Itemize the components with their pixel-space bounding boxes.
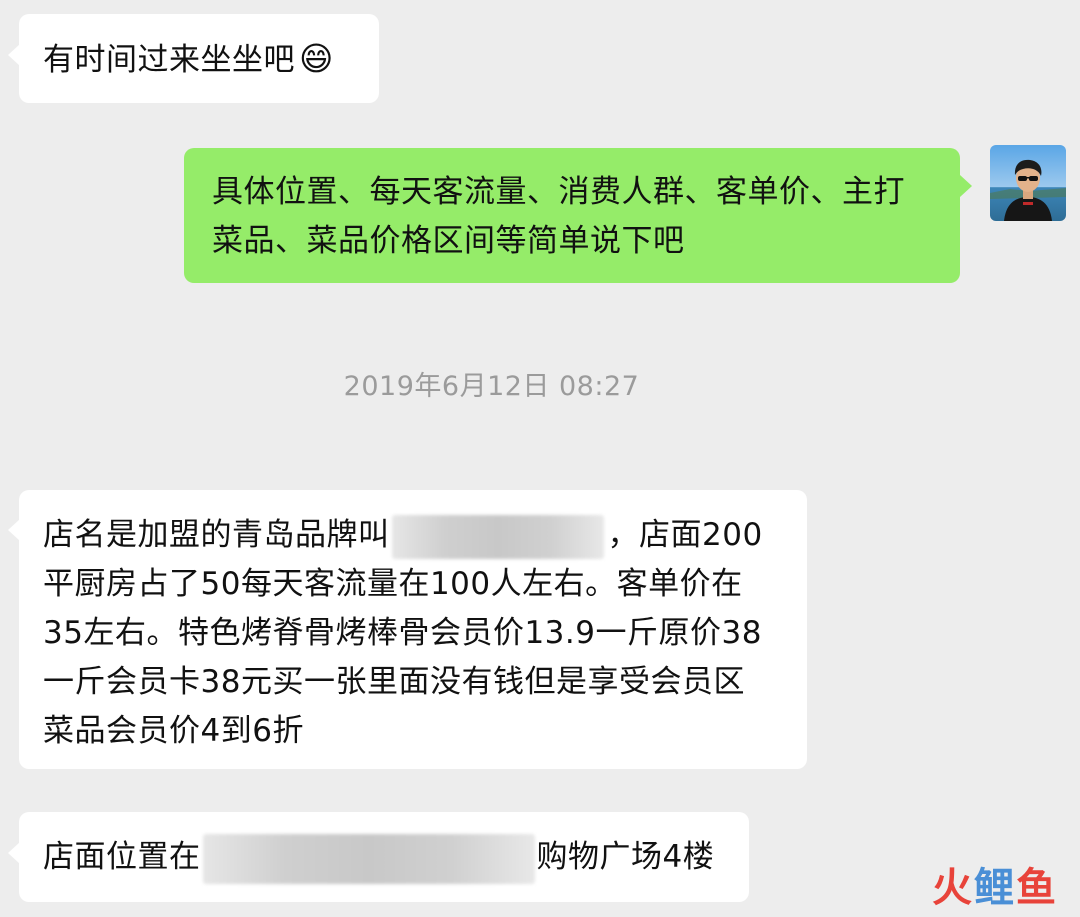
message-text-segment: 购物广场4楼 xyxy=(536,839,715,875)
watermark-char: 鲤 xyxy=(974,865,1016,911)
message-text-line: 菜品、菜品价格区间等简单说下吧 xyxy=(212,223,685,259)
message-text-line: 平厨房占了50每天客流量在100人左右。客单价在 xyxy=(43,566,743,602)
message-bubble-incoming[interactable]: 有时间过来坐坐吧 😄 xyxy=(8,14,379,103)
message-text: 有时间过来坐坐吧 xyxy=(43,42,295,78)
message-text-line: 一斤会员卡38元买一张里面没有钱但是享受会员区 xyxy=(43,664,745,700)
message-text-line: 具体位置、每天客流量、消费人群、客单价、主打 xyxy=(212,174,905,210)
message-text-segment: 店名是加盟的青岛品牌叫 xyxy=(43,517,390,553)
bubble-tail xyxy=(8,519,20,541)
avatar-photo-icon xyxy=(990,145,1066,221)
bubble-tail xyxy=(8,44,20,66)
bubble-tail xyxy=(960,175,972,197)
message-text-segment: 店面位置在 xyxy=(43,839,201,875)
message-bubble-incoming[interactable]: 店面位置在 购物广场4楼 xyxy=(8,812,749,902)
redacted-brand-name xyxy=(391,514,604,559)
watermark-logo: 火鲤鱼 xyxy=(932,855,1058,913)
message-text-segment: ，店面200 xyxy=(607,517,763,553)
redacted-location xyxy=(202,833,535,884)
message-text-line: 菜品会员价4到6折 xyxy=(43,713,304,749)
watermark-char: 火 xyxy=(932,865,974,911)
message-bubble-incoming[interactable]: 店名是加盟的青岛品牌叫 ，店面200 平厨房占了50每天客流量在100人左右。客单… xyxy=(8,490,807,769)
message-bubble-outgoing[interactable]: 具体位置、每天客流量、消费人群、客单价、主打 菜品、菜品价格区间等简单说下吧 xyxy=(184,148,972,283)
message-text-line: 35左右。特色烤脊骨烤棒骨会员价13.9一斤原价38 xyxy=(43,615,762,651)
grinning-face-emoji-icon: 😄 xyxy=(299,39,334,78)
user-avatar[interactable] xyxy=(990,145,1066,221)
watermark-char: 鱼 xyxy=(1016,865,1058,911)
bubble-tail xyxy=(8,842,20,864)
chat-timestamp: 2019年6月12日 08:27 xyxy=(343,371,640,402)
message-text-line: 店名是加盟的青岛品牌叫 ，店面200 xyxy=(43,511,807,560)
